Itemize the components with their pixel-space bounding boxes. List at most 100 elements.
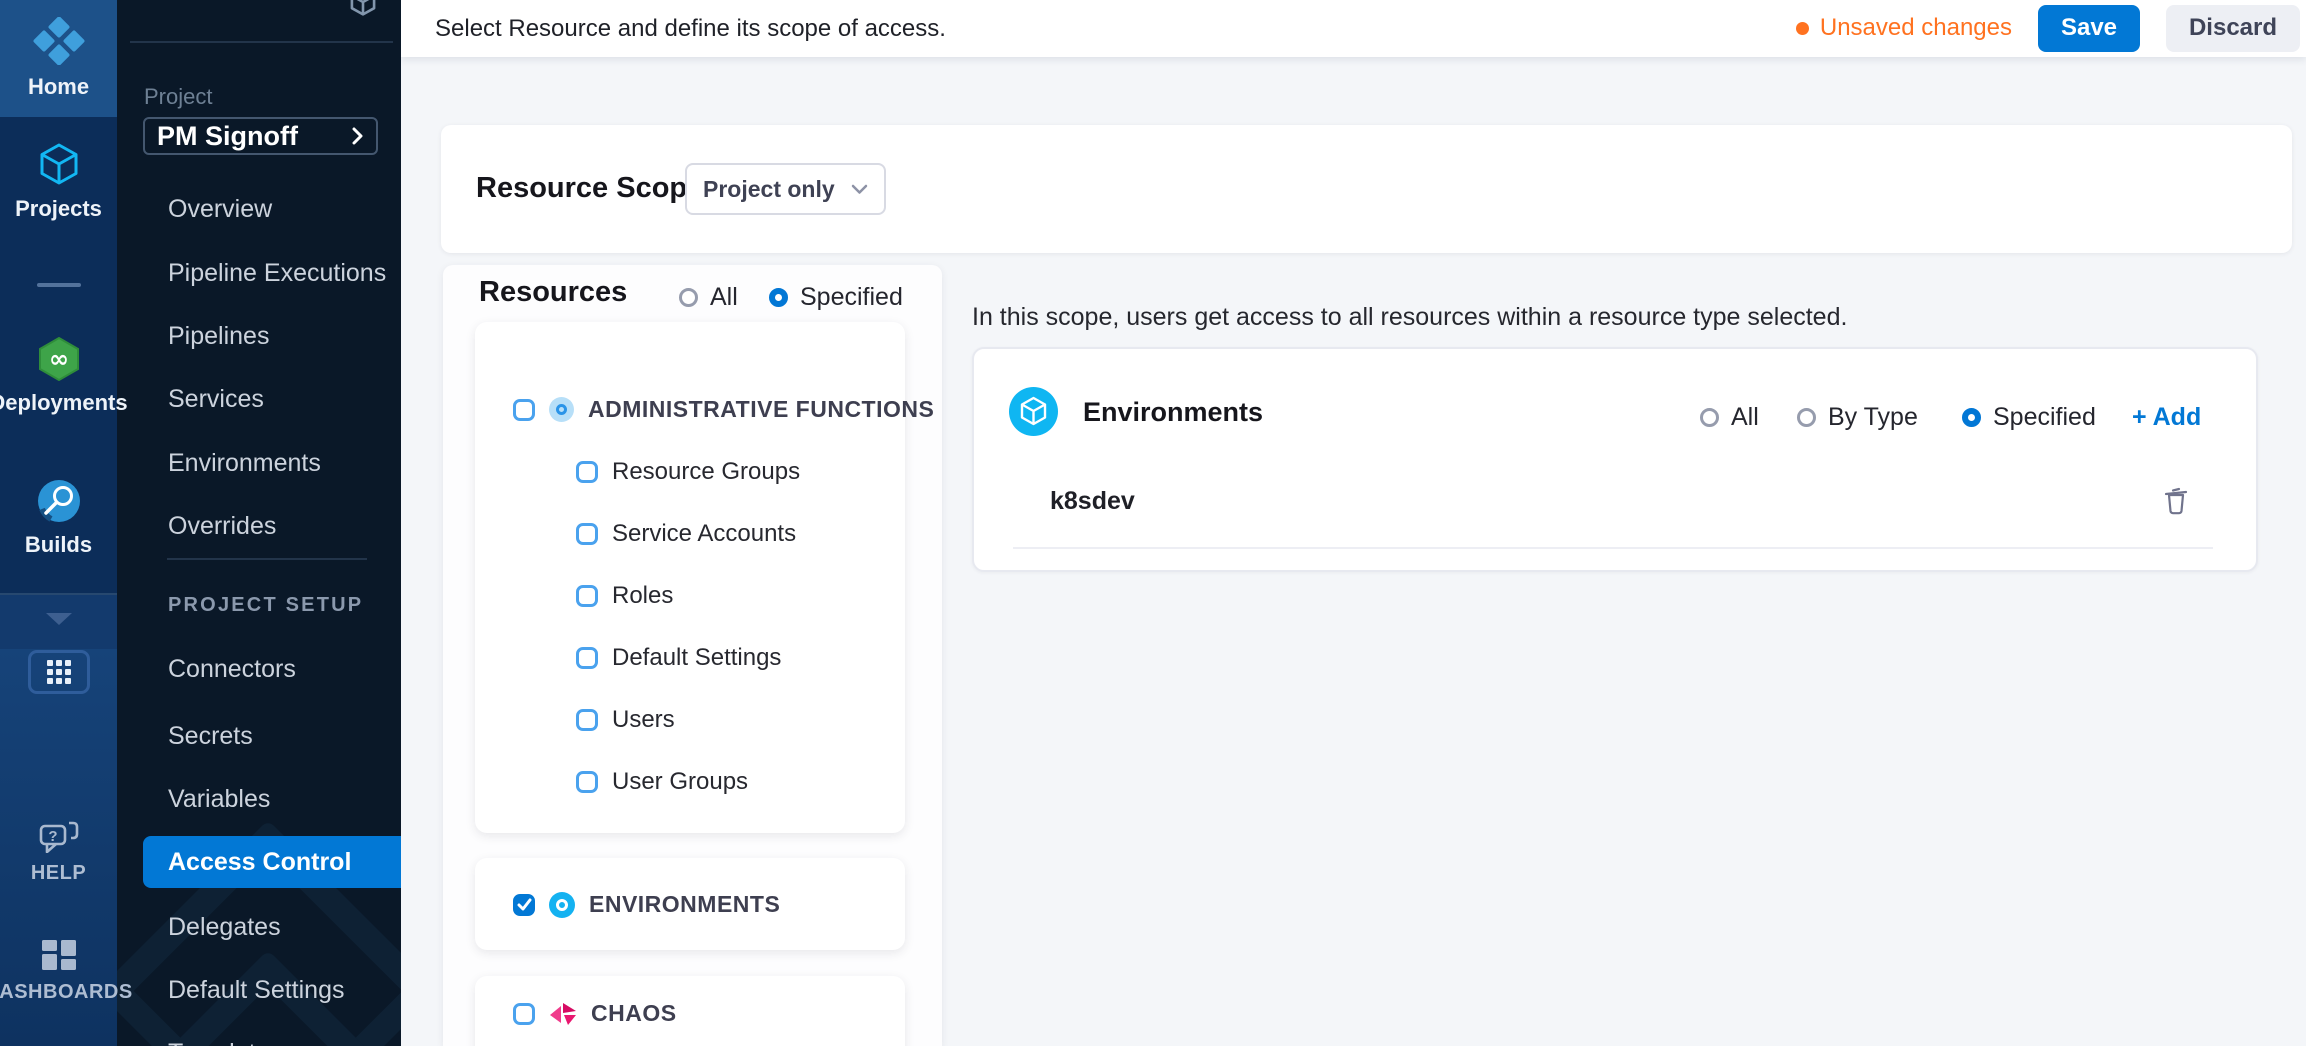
rail-item-label: Deployments [0,390,128,416]
sidebar-item-connectors[interactable]: Connectors [168,655,296,684]
resources-radio-all[interactable]: All [679,283,738,312]
resource-group-label: CHAOS [591,1000,677,1027]
resource-sub-row: Roles [576,582,673,610]
sidebar-item-variables[interactable]: Variables [168,785,270,814]
env-radio-specified[interactable]: Specified [1962,403,2096,432]
radio-icon [679,288,698,307]
environments-checkbox-checked[interactable] [513,894,535,916]
sub-item-label: Service Accounts [612,520,796,548]
rail-collapse-control[interactable] [0,608,117,630]
environments-big-icon [1009,387,1058,436]
project-name: PM Signoff [157,121,350,152]
default-settings-checkbox[interactable] [576,647,598,669]
resource-group-label: ADMINISTRATIVE FUNCTIONS [588,396,934,423]
users-checkbox[interactable] [576,709,598,731]
sidebar-item-pipeline-executions[interactable]: Pipeline Executions [168,259,386,288]
rail-item-builds[interactable]: Builds [0,472,117,564]
environments-icon [549,892,575,918]
admin-functions-checkbox[interactable] [513,399,535,421]
header-actions: Unsaved changes Save Discard [1796,3,2300,53]
resource-groups-checkbox[interactable] [576,461,598,483]
sub-item-label: Roles [612,582,673,610]
resource-sub-row: Resource Groups [576,458,800,486]
page-header: Select Resource and define its scope of … [401,0,2306,57]
page-title: Select Resource and define its scope of … [435,0,946,57]
sidebar-item-default-settings[interactable]: Default Settings [168,976,345,1005]
project-setup-section-label: PROJECT SETUP [168,594,363,617]
resource-sub-row: User Groups [576,768,748,796]
divider [167,558,367,560]
user-groups-checkbox[interactable] [576,771,598,793]
service-accounts-checkbox[interactable] [576,523,598,545]
resource-group-card-environments: ENVIRONMENTS [475,858,905,950]
resource-group-row: ENVIRONMENTS [513,891,780,918]
svg-text:?: ? [48,828,57,845]
sub-item-label: Resource Groups [612,458,800,486]
deployments-icon: ∞ [36,337,82,381]
rail-item-label: Builds [25,532,92,558]
sidebar-item-secrets[interactable]: Secrets [168,722,253,751]
sidebar-item-pipelines[interactable]: Pipelines [168,322,269,351]
env-radio-by-type[interactable]: By Type [1797,403,1918,432]
radio-label: All [1731,403,1759,432]
sidebar-item-templates[interactable]: Templates [168,1039,282,1046]
sub-item-label: Default Settings [612,644,781,672]
dashboards-icon [42,940,76,972]
radio-label: By Type [1828,403,1918,432]
sidebar-item-overrides[interactable]: Overrides [168,512,276,541]
unsaved-label: Unsaved changes [1820,14,2012,42]
resource-group-row: CHAOS [513,1000,677,1027]
sidebar-item-access-control[interactable]: Access Control [143,836,401,888]
unsaved-changes-indicator: Unsaved changes [1796,14,2012,42]
radio-label: Specified [800,283,903,312]
environments-detail-card: Environments All By Type Specified + Add… [972,347,2258,572]
rail-item-home[interactable]: Home [0,0,117,117]
radio-icon [1797,408,1816,427]
discard-button[interactable]: Discard [2166,5,2300,52]
resource-group-label: ENVIRONMENTS [589,891,780,918]
radio-label: All [710,283,738,312]
rail-item-deployments[interactable]: ∞ Deployments [0,330,117,422]
add-environment-button[interactable]: + Add [2132,403,2201,432]
rail-item-projects[interactable]: Projects [0,131,117,231]
resource-sub-row: Users [576,706,675,734]
resource-group-card-admin: ADMINISTRATIVE FUNCTIONS Resource Groups… [475,322,905,833]
sidebar-item-services[interactable]: Services [168,385,264,414]
rail-item-help[interactable]: ? HELP [0,818,117,886]
radio-icon [1700,408,1719,427]
project-selector[interactable]: PM Signoff [143,117,378,155]
environment-item-name: k8sdev [1050,487,1135,516]
scope-caption: In this scope, users get access to all r… [972,303,1847,332]
builds-icon [37,479,81,523]
rail-item-label: DASHBOARDS [0,981,133,1004]
resource-sub-row: Default Settings [576,644,781,672]
rail-item-label: Projects [15,196,102,222]
divider [130,41,393,43]
radio-icon-selected [1962,408,1981,427]
resources-panel: Resources All Specified ADMINISTRATIVE F… [443,265,942,1046]
resource-group-row: ADMINISTRATIVE FUNCTIONS [513,396,934,423]
sub-item-label: Users [612,706,675,734]
dropdown-value: Project only [703,176,851,203]
resources-radio-specified[interactable]: Specified [769,283,903,312]
save-button[interactable]: Save [2038,5,2140,52]
rail-item-dashboards[interactable]: DASHBOARDS [0,938,117,1006]
app-window: Home Projects ∞ Deployments [0,0,2306,1046]
module-picker-button[interactable] [0,650,117,694]
delete-trash-icon[interactable] [2163,485,2189,515]
chaos-checkbox[interactable] [513,1003,535,1025]
rail-item-label: Home [28,74,89,100]
rail-mini-divider [37,283,81,287]
projects-cube-icon [36,141,82,187]
radio-icon-selected [769,288,788,307]
roles-checkbox[interactable] [576,585,598,607]
resource-scope-dropdown[interactable]: Project only [685,163,886,215]
sub-item-label: User Groups [612,768,748,796]
sidebar-item-environments[interactable]: Environments [168,449,321,478]
sidebar-item-delegates[interactable]: Delegates [168,913,281,942]
unsaved-dot-icon [1796,22,1809,35]
sidebar-item-overview[interactable]: Overview [168,195,272,224]
env-radio-all[interactable]: All [1700,403,1759,432]
harness-home-icon [33,17,85,65]
grid-icon [28,650,90,694]
